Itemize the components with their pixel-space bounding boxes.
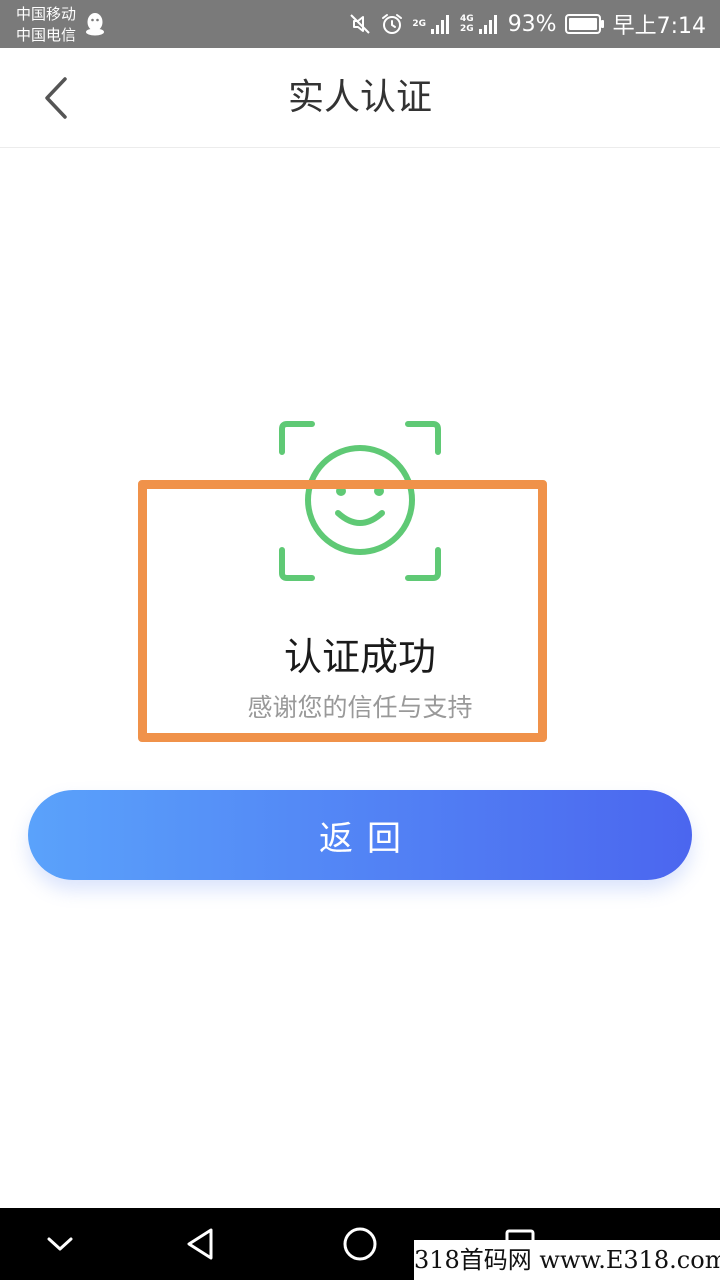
network-type-1: 2G bbox=[412, 19, 427, 29]
nav-back-icon bbox=[187, 1228, 213, 1260]
navigation-bar: 318首码网 www.E318.com bbox=[0, 1208, 720, 1280]
signal-icon bbox=[431, 15, 450, 34]
battery-icon bbox=[564, 14, 604, 34]
status-bar: 中国移动 中国电信 2G 4G 2G 93% 早上7:14 bbox=[0, 0, 720, 48]
mute-icon bbox=[350, 14, 371, 34]
signal-icon-2 bbox=[478, 15, 497, 34]
smiley-face-scan-icon bbox=[279, 421, 441, 581]
qq-icon bbox=[86, 13, 104, 36]
network-type-2: 4G 2G bbox=[460, 14, 474, 34]
status-icons: 2G 4G 2G 93% 早上7:14 bbox=[348, 0, 706, 48]
return-button[interactable]: 返回 bbox=[28, 790, 692, 880]
back-button[interactable] bbox=[24, 72, 88, 124]
nav-back-button[interactable] bbox=[160, 1208, 240, 1280]
chevron-left-icon bbox=[45, 77, 67, 119]
watermark: 318首码网 www.E318.com bbox=[414, 1240, 720, 1280]
alarm-icon bbox=[382, 14, 403, 34]
success-subtitle: 感谢您的信任与支持 bbox=[247, 693, 473, 722]
nav-home-button[interactable] bbox=[320, 1208, 400, 1280]
chevron-down-icon bbox=[47, 1237, 73, 1251]
nav-collapse-button[interactable] bbox=[20, 1208, 100, 1280]
page-title: 实人认证 bbox=[287, 77, 432, 118]
status-time: 早上7:14 bbox=[612, 14, 706, 39]
carrier-1: 中国移动 bbox=[16, 5, 77, 23]
carrier-info: 中国移动 中国电信 bbox=[16, 4, 76, 46]
battery-percent: 93% bbox=[507, 11, 557, 37]
nav-home-icon bbox=[343, 1227, 377, 1261]
top-app-bar: 实人认证 bbox=[0, 48, 720, 148]
carrier-2: 中国电信 bbox=[16, 26, 77, 44]
success-title: 认证成功 bbox=[283, 635, 436, 679]
